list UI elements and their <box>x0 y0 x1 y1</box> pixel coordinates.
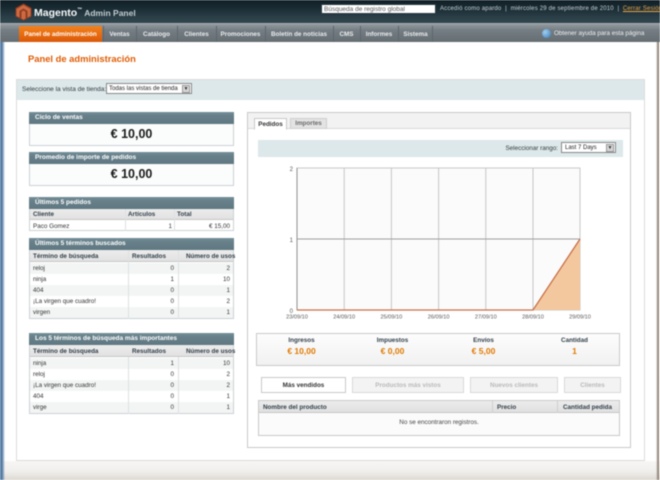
svg-text:29/09/10: 29/09/10 <box>569 315 591 321</box>
svg-text:26/09/10: 26/09/10 <box>428 315 450 321</box>
svg-text:25/09/10: 25/09/10 <box>381 315 403 321</box>
svg-text:2: 2 <box>290 167 294 173</box>
svg-text:1: 1 <box>290 238 294 244</box>
svg-text:23/09/10: 23/09/10 <box>286 315 308 321</box>
svg-text:28/09/10: 28/09/10 <box>522 315 544 321</box>
svg-text:24/09/10: 24/09/10 <box>333 315 355 321</box>
svg-text:27/09/10: 27/09/10 <box>475 315 497 321</box>
